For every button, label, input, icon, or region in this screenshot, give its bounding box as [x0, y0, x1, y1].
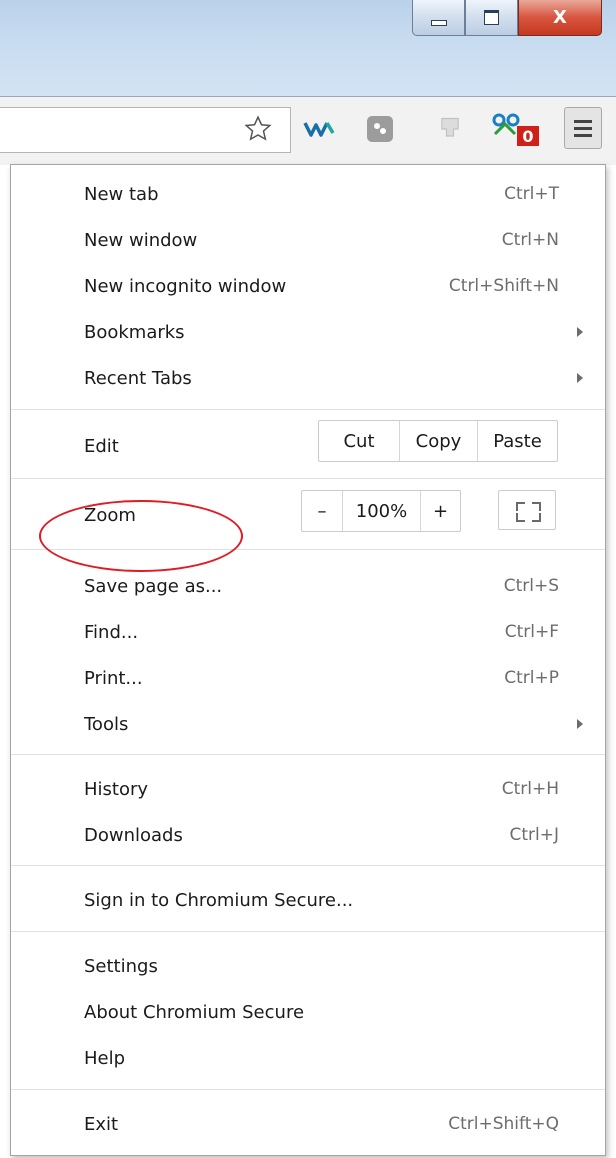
menu-item-recent-tabs[interactable]: Recent Tabs: [11, 355, 605, 401]
menu-item-shortcut: Ctrl+J: [509, 825, 559, 845]
menu-item-shortcut: Ctrl+T: [504, 184, 559, 204]
menu-item-shortcut: Ctrl+P: [504, 668, 559, 688]
menu-separator: [11, 409, 605, 410]
badge-count: 0: [517, 126, 539, 146]
menu-separator: [11, 478, 605, 479]
menu-item-new-tab[interactable]: New tab Ctrl+T: [11, 171, 605, 217]
menu-item-shortcut: Ctrl+S: [503, 576, 559, 596]
window-titlebar: X: [0, 0, 616, 96]
menu-item-downloads[interactable]: Downloads Ctrl+J: [11, 812, 605, 858]
maximize-icon: [484, 10, 499, 25]
maximize-button[interactable]: [465, 0, 518, 36]
hamburger-menu-icon: [574, 119, 592, 123]
menu-item-sign-in[interactable]: Sign in to Chromium Secure...: [11, 877, 605, 923]
close-button[interactable]: X: [518, 0, 602, 36]
menu-item-shortcut: Ctrl+H: [501, 779, 559, 799]
close-icon: X: [553, 7, 567, 28]
menu-item-new-window[interactable]: New window Ctrl+N: [11, 217, 605, 263]
menu-item-label: Exit: [84, 1113, 119, 1135]
menu-item-label: Bookmarks: [84, 321, 185, 343]
menu-item-label: Print...: [84, 667, 143, 689]
extension-app-icon[interactable]: [360, 111, 400, 147]
menu-item-help[interactable]: Help: [11, 1035, 605, 1081]
star-bookmark-icon[interactable]: [238, 111, 278, 147]
submenu-arrow-icon: [577, 373, 583, 383]
submenu-arrow-icon: [577, 719, 583, 729]
menu-item-shortcut: Ctrl+Shift+Q: [448, 1114, 559, 1134]
menu-item-new-incognito-window[interactable]: New incognito window Ctrl+Shift+N: [11, 263, 605, 309]
menu-item-label: New tab: [84, 183, 159, 205]
menu-item-label: Tools: [84, 713, 129, 735]
menu-item-shortcut: Ctrl+Shift+N: [448, 276, 559, 296]
browser-main-menu: New tab Ctrl+T New window Ctrl+N New inc…: [10, 164, 606, 1156]
minimize-icon: [430, 19, 447, 26]
menu-item-print[interactable]: Print... Ctrl+P: [11, 655, 605, 701]
menu-item-tools[interactable]: Tools: [11, 701, 605, 747]
zoom-control-group: – 100% +: [301, 490, 461, 532]
menu-item-label: Downloads: [84, 824, 183, 846]
menu-item-label: New window: [84, 229, 198, 251]
menu-item-settings[interactable]: Settings: [11, 943, 605, 989]
menu-item-label: Recent Tabs: [84, 367, 192, 389]
edit-button-group: Cut Copy Paste: [318, 420, 558, 462]
submenu-arrow-icon: [577, 327, 583, 337]
menu-item-save-page-as[interactable]: Save page as... Ctrl+S: [11, 563, 605, 609]
menu-item-about[interactable]: About Chromium Secure: [11, 989, 605, 1035]
window-controls: X: [412, 0, 602, 38]
menu-separator: [11, 931, 605, 932]
hamburger-menu-button[interactable]: [564, 107, 602, 149]
copy-button[interactable]: Copy: [399, 421, 477, 461]
extension-w-icon[interactable]: [300, 111, 342, 147]
menu-item-label: Sign in to Chromium Secure...: [84, 889, 354, 911]
zoom-in-button[interactable]: +: [420, 491, 460, 531]
menu-item-bookmarks[interactable]: Bookmarks: [11, 309, 605, 355]
menu-item-shortcut: Ctrl+N: [501, 230, 559, 250]
menu-item-label: Save page as...: [84, 575, 223, 597]
zoom-highlight-annotation: [39, 500, 243, 572]
menu-item-label: New incognito window: [84, 275, 287, 297]
fullscreen-button[interactable]: [498, 490, 556, 530]
menu-item-label: Settings: [84, 955, 158, 977]
paste-button[interactable]: Paste: [477, 421, 557, 461]
minimize-button[interactable]: [412, 0, 465, 36]
extension-badge-icon[interactable]: 0: [488, 111, 546, 147]
menu-item-label: Find...: [84, 621, 139, 643]
menu-item-label: About Chromium Secure: [84, 1001, 305, 1023]
menu-item-shortcut: Ctrl+F: [504, 622, 559, 642]
zoom-out-button[interactable]: –: [302, 491, 342, 531]
menu-separator: [11, 865, 605, 866]
menu-item-label: History: [84, 778, 149, 800]
browser-toolbar: 0: [0, 96, 616, 165]
menu-separator: [11, 1089, 605, 1090]
download-arrow-icon[interactable]: [430, 111, 470, 147]
menu-item-history[interactable]: History Ctrl+H: [11, 766, 605, 812]
edit-label: Edit: [84, 435, 119, 457]
menu-separator: [11, 754, 605, 755]
menu-item-exit[interactable]: Exit Ctrl+Shift+Q: [11, 1101, 605, 1147]
zoom-level-value: 100%: [342, 491, 420, 531]
menu-item-find[interactable]: Find... Ctrl+F: [11, 609, 605, 655]
cut-button[interactable]: Cut: [319, 421, 399, 461]
menu-item-label: Help: [84, 1047, 126, 1069]
